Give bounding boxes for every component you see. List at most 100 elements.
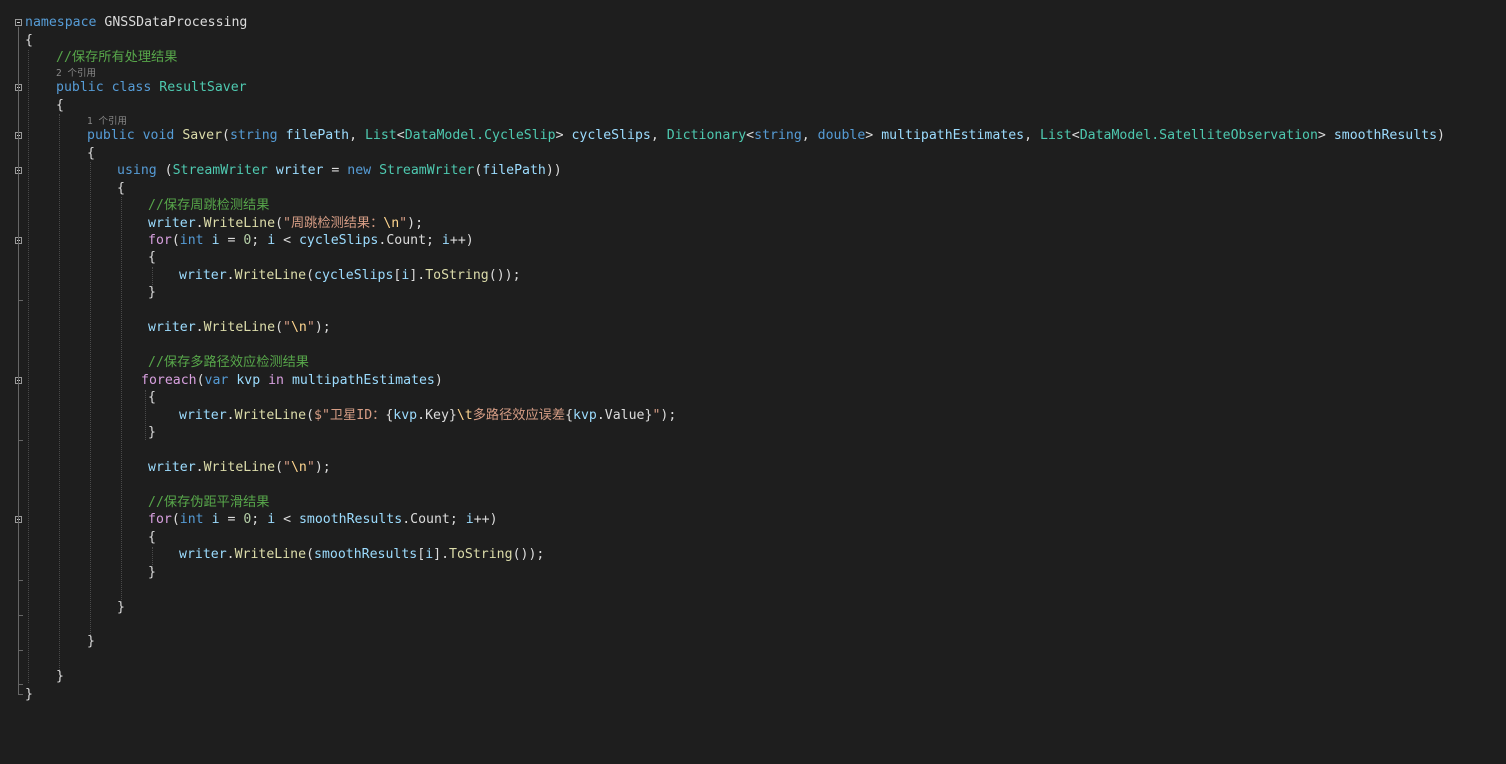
punct: < <box>275 233 299 248</box>
parameter: filePath <box>285 128 350 143</box>
code-line-brace[interactable]: { <box>148 249 156 267</box>
parameter: cycleSlips <box>571 128 651 143</box>
code-line-brace[interactable]: } <box>56 668 64 686</box>
code-line-brace[interactable]: { <box>148 529 156 547</box>
fold-range-end <box>18 300 23 301</box>
brace: } <box>148 565 156 580</box>
code-line-for[interactable]: for(int i = 0; i < cycleSlips.Count; i++… <box>148 232 474 250</box>
punct: < <box>396 128 405 143</box>
punct: ); <box>314 320 331 335</box>
code-line-class[interactable]: public class ResultSaver <box>56 79 247 97</box>
type: string <box>754 128 802 143</box>
punct: . <box>402 512 411 527</box>
type: DataModel.SatelliteObservation <box>1079 128 1318 143</box>
variable: writer <box>275 163 324 178</box>
brace: { <box>148 390 156 405</box>
class-name: ResultSaver <box>159 80 247 95</box>
variable: smoothResults <box>298 512 403 527</box>
code-line-brace[interactable]: { <box>117 180 125 198</box>
codelens-text: 2 个引用 <box>56 68 96 79</box>
fold-range-end <box>18 580 23 581</box>
punct: ()); <box>512 547 545 562</box>
parameter: multipathEstimates <box>881 128 1025 143</box>
brace: } <box>56 669 64 684</box>
variable: kvp <box>236 373 261 388</box>
brace: } <box>148 285 156 300</box>
code-line-writeline[interactable]: writer.WriteLine("\n"); <box>148 459 331 477</box>
escape: \n <box>290 460 307 475</box>
variable: filePath <box>482 163 546 178</box>
brace: { <box>148 530 156 545</box>
type: StreamWriter <box>172 163 268 178</box>
property: Count <box>410 512 450 527</box>
property: Key <box>425 408 449 423</box>
code-line-comment[interactable]: //保存周跳检测结果 <box>148 197 269 215</box>
string: $"卫星ID： <box>314 408 386 423</box>
code-line-writeline[interactable]: writer.WriteLine("周跳检测结果：\n"); <box>148 215 423 233</box>
code-line-brace[interactable]: { <box>56 97 64 115</box>
code-line-comment[interactable]: //保存所有处理结果 <box>56 49 177 67</box>
code-line-comment[interactable]: //保存伪距平滑结果 <box>148 494 269 512</box>
code-line-using[interactable]: using (StreamWriter writer = new StreamW… <box>117 162 562 180</box>
code-line-namespace[interactable]: namespace GNSSDataProcessing <box>25 14 247 32</box>
punct: ]. <box>433 547 450 562</box>
type: double <box>817 128 866 143</box>
code-line-brace[interactable]: { <box>148 389 156 407</box>
punct: ) <box>1437 128 1445 143</box>
code-line-brace[interactable]: } <box>148 564 156 582</box>
brace: { <box>117 181 125 196</box>
code-line-brace[interactable]: } <box>148 424 156 442</box>
variable: cycleSlips <box>298 233 379 248</box>
punct: { <box>565 408 574 423</box>
code-line-writeline[interactable]: writer.WriteLine($"卫星ID：{kvp.Key}\t多路径效应… <box>179 407 676 425</box>
type: List <box>1040 128 1072 143</box>
method-name: Saver <box>182 128 223 143</box>
punct: , <box>650 128 667 143</box>
type: StreamWriter <box>379 163 475 178</box>
punct: ]. <box>409 268 426 283</box>
string: " <box>283 460 291 475</box>
string: 多路径效应误差 <box>472 408 566 423</box>
fold-range-end <box>18 694 23 695</box>
code-line-brace[interactable]: } <box>148 284 156 302</box>
fold-range-end <box>18 650 23 651</box>
code-editor[interactable]: namespace GNSSDataProcessing { //保存所有处理结… <box>0 0 1506 764</box>
code-line-method-signature[interactable]: public void Saver(string filePath, List<… <box>87 127 1445 145</box>
comment: //保存所有处理结果 <box>56 50 178 65</box>
punct: ( <box>306 408 315 423</box>
variable: i <box>211 512 220 527</box>
brace: { <box>56 98 64 113</box>
code-line-brace[interactable]: { <box>87 145 95 163</box>
punct: ; <box>426 233 442 248</box>
code-line-brace[interactable]: } <box>117 599 125 617</box>
punct: < <box>746 128 755 143</box>
keyword: class <box>111 80 152 95</box>
punct: . <box>596 408 605 423</box>
variable: i <box>441 233 450 248</box>
collapse-namespace-icon[interactable] <box>15 19 22 26</box>
punct: ( <box>156 163 173 178</box>
variable: writer <box>148 216 196 231</box>
code-line-comment[interactable]: //保存多路径效应检测结果 <box>148 354 309 372</box>
property: Value <box>604 408 645 423</box>
punct: < <box>275 512 299 527</box>
variable: i <box>211 233 220 248</box>
punct: ; <box>251 512 268 527</box>
punct: ( <box>171 512 180 527</box>
code-line-writeline[interactable]: writer.WriteLine(cycleSlips[i].ToString(… <box>179 267 521 285</box>
keyword: public <box>87 128 135 143</box>
code-line-writeline[interactable]: writer.WriteLine("\n"); <box>148 319 331 337</box>
code-line-brace[interactable]: { <box>25 32 33 50</box>
keyword: for <box>148 512 172 527</box>
variable: kvp <box>573 408 597 423</box>
keyword: in <box>268 373 284 388</box>
code-line-brace[interactable]: } <box>87 633 95 651</box>
code-line-brace[interactable]: } <box>25 686 33 704</box>
code-line-for[interactable]: for(int i = 0; i < smoothResults.Count; … <box>148 511 498 529</box>
indent-guide <box>59 114 60 672</box>
code-line-foreach[interactable]: foreach(var kvp in multipathEstimates) <box>141 372 443 390</box>
punct: ( <box>275 216 284 231</box>
variable: writer <box>179 268 227 283</box>
code-line-writeline[interactable]: writer.WriteLine(smoothResults[i].ToStri… <box>179 546 544 564</box>
method-call: WriteLine <box>203 216 276 231</box>
